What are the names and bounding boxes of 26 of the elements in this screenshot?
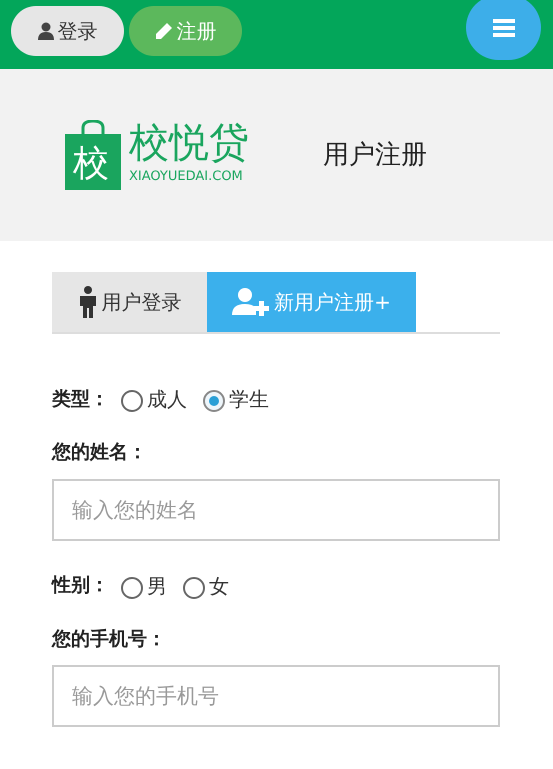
input-field[interactable]: 输入您的手机号	[52, 665, 500, 727]
logo-name: 校悦贷	[129, 123, 249, 164]
field-label: 性别：	[52, 573, 109, 598]
user-icon	[38, 22, 54, 40]
radio-label: 女	[209, 572, 229, 600]
radio-button[interactable]	[121, 576, 143, 598]
radio-button[interactable]	[121, 390, 143, 412]
input-field[interactable]: 输入您的姓名	[52, 478, 500, 540]
field-label: 类型：	[52, 386, 109, 412]
radio-label: 成人	[147, 386, 187, 413]
menu-icon	[492, 18, 514, 36]
logo-mark: 校	[73, 146, 109, 182]
radio-label: 男	[147, 572, 167, 600]
page-title: 用户注册	[323, 138, 427, 172]
shopping-bag-icon	[65, 120, 121, 190]
field-label: 您的姓名：	[52, 440, 148, 465]
radio-label: 学生	[229, 386, 269, 413]
field-label: 您的手机号：	[52, 626, 167, 652]
person-icon	[78, 286, 98, 318]
tab[interactable]: 用户登录	[52, 272, 207, 332]
logo-domain: XIAOYUEDAI.COM	[129, 168, 244, 186]
login-button[interactable]: 登录	[11, 6, 124, 56]
radio-button[interactable]	[183, 576, 205, 598]
add-user-icon	[232, 287, 270, 317]
pencil-icon	[154, 22, 172, 40]
radio-button[interactable]	[203, 390, 225, 412]
